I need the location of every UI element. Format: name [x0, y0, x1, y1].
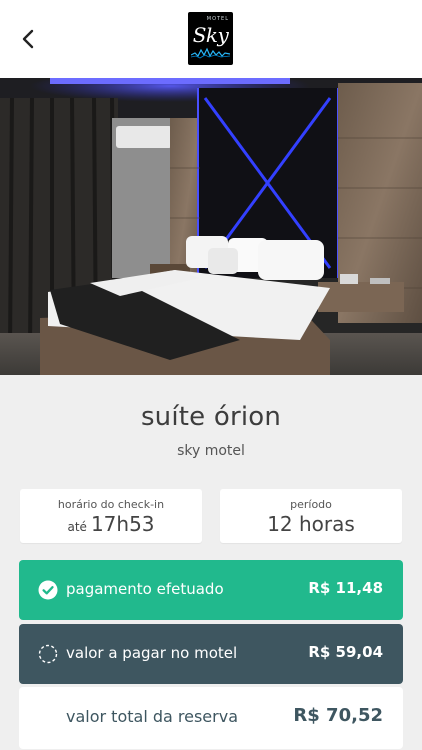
- payment-due-row: valor a pagar no motel R$ 59,04: [19, 624, 403, 684]
- period-card: período 12 horas: [220, 489, 402, 543]
- dashed-circle-icon: [38, 644, 58, 664]
- payment-total-amount: R$ 70,52: [293, 705, 383, 726]
- sky-motel-logo: MOTEL Sky: [188, 12, 233, 65]
- logo-wave-graphic: [191, 47, 230, 59]
- top-bar: MOTEL Sky: [0, 0, 422, 78]
- payment-total-row: valor total da reserva R$ 70,52: [19, 687, 403, 749]
- check-circle-icon: [38, 580, 58, 600]
- payment-paid-amount: R$ 11,48: [308, 579, 383, 597]
- payment-due-amount: R$ 59,04: [308, 643, 383, 661]
- payment-due-label: valor a pagar no motel: [66, 644, 238, 662]
- payment-paid-row: pagamento efetuado R$ 11,48: [19, 560, 403, 620]
- chevron-left-icon[interactable]: [16, 26, 42, 52]
- venue-name: sky motel: [177, 443, 245, 459]
- room-photo: [0, 78, 422, 375]
- payment-total-label: valor total da reserva: [66, 707, 238, 726]
- checkin-time: 17h53: [90, 512, 155, 536]
- room-name: suíte órion: [140, 402, 282, 432]
- payment-paid-label: pagamento efetuado: [66, 580, 224, 598]
- checkin-card: horário do check-in até 17h53: [20, 489, 202, 543]
- checkin-prefix: até: [67, 520, 87, 534]
- period-value: 12 horas: [267, 512, 355, 536]
- period-label: período: [290, 498, 332, 511]
- checkin-label: horário do check-in: [57, 498, 165, 511]
